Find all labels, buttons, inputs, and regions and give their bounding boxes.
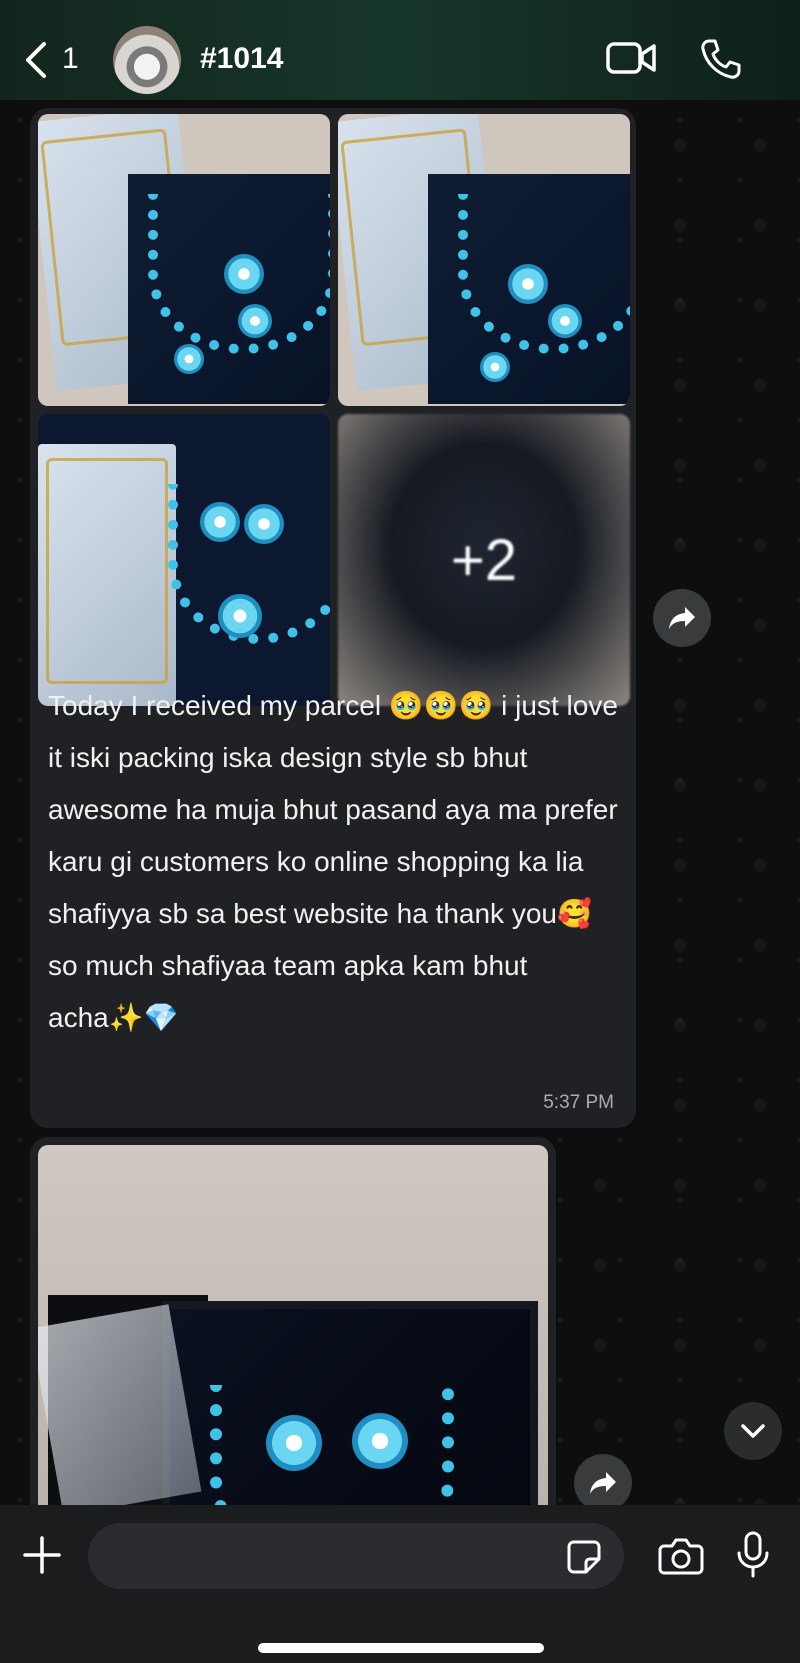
forward-button[interactable] <box>574 1454 632 1512</box>
sticker-icon[interactable] <box>566 1539 602 1575</box>
chevron-down-icon <box>741 1424 765 1438</box>
unread-count[interactable]: 1 <box>62 42 79 76</box>
message-text: Today I received my parcel 🥹🥹🥹 i just lo… <box>48 690 618 1033</box>
forward-icon <box>590 1472 616 1494</box>
more-photos-count: +2 <box>450 527 518 593</box>
camera-icon[interactable] <box>658 1537 704 1575</box>
message-timestamp: 5:37 PM <box>543 1092 614 1113</box>
avatar[interactable] <box>113 26 181 94</box>
photo-thumbnail[interactable] <box>38 414 330 706</box>
message-bubble[interactable] <box>30 1137 556 1505</box>
more-photos-thumbnail[interactable]: +2 <box>338 414 630 706</box>
photo-thumbnail[interactable] <box>338 114 630 406</box>
chat-title[interactable]: #1014 <box>200 42 283 76</box>
forward-button[interactable] <box>653 589 711 647</box>
video-call-icon[interactable] <box>606 40 656 76</box>
photo-thumbnail[interactable] <box>38 114 330 406</box>
message-input-bar <box>0 1505 800 1663</box>
message-input[interactable] <box>88 1523 624 1589</box>
phone-icon[interactable] <box>700 38 742 80</box>
photo-thumbnail[interactable] <box>38 1145 548 1505</box>
forward-icon <box>669 607 695 629</box>
home-indicator <box>258 1643 544 1653</box>
scroll-to-bottom-button[interactable] <box>724 1402 782 1460</box>
microphone-icon[interactable] <box>736 1531 770 1579</box>
message-bubble[interactable]: +2 Today I received my parcel 🥹🥹🥹 i just… <box>30 108 636 1128</box>
back-chevron-icon[interactable] <box>22 40 48 80</box>
plus-icon[interactable] <box>22 1535 62 1575</box>
chat-header: 1 #1014 <box>0 0 800 100</box>
